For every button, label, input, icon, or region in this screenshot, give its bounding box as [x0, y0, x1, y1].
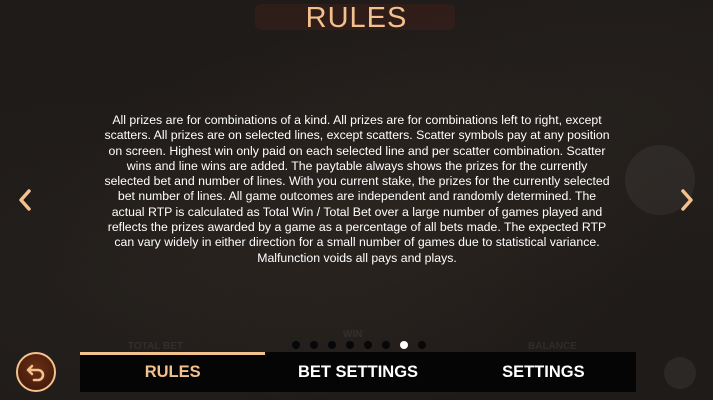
rules-text: All prizes are for combinations of a kin…: [104, 113, 610, 265]
chevron-left-icon: [19, 189, 31, 211]
background-total-bet-label: TOTAL BET: [128, 341, 183, 352]
background-win-label: WIN: [343, 329, 363, 340]
page-dot[interactable]: [400, 341, 408, 349]
background-balance-label: BALANCE: [528, 341, 577, 352]
page-title: RULES: [305, 2, 408, 34]
page-dot[interactable]: [418, 341, 426, 349]
background-coin-icon: [664, 357, 696, 389]
page-dot[interactable]: [328, 341, 336, 349]
page-dot[interactable]: [346, 341, 354, 349]
page-dot[interactable]: [292, 341, 300, 349]
chevron-right-icon: [681, 189, 693, 211]
next-page-button[interactable]: [676, 186, 698, 214]
page-dot[interactable]: [310, 341, 318, 349]
tab-settings[interactable]: SETTINGS: [451, 352, 636, 392]
prev-page-button[interactable]: [14, 186, 36, 214]
tab-bar: RULES BET SETTINGS SETTINGS: [80, 352, 636, 392]
page-dot[interactable]: [364, 341, 372, 349]
tab-bet-settings[interactable]: BET SETTINGS: [265, 352, 450, 392]
undo-arrow-icon: [26, 364, 45, 382]
back-button[interactable]: [16, 352, 56, 392]
page-dot[interactable]: [382, 341, 390, 349]
page-indicator: [292, 341, 426, 349]
tab-rules[interactable]: RULES: [80, 352, 266, 392]
